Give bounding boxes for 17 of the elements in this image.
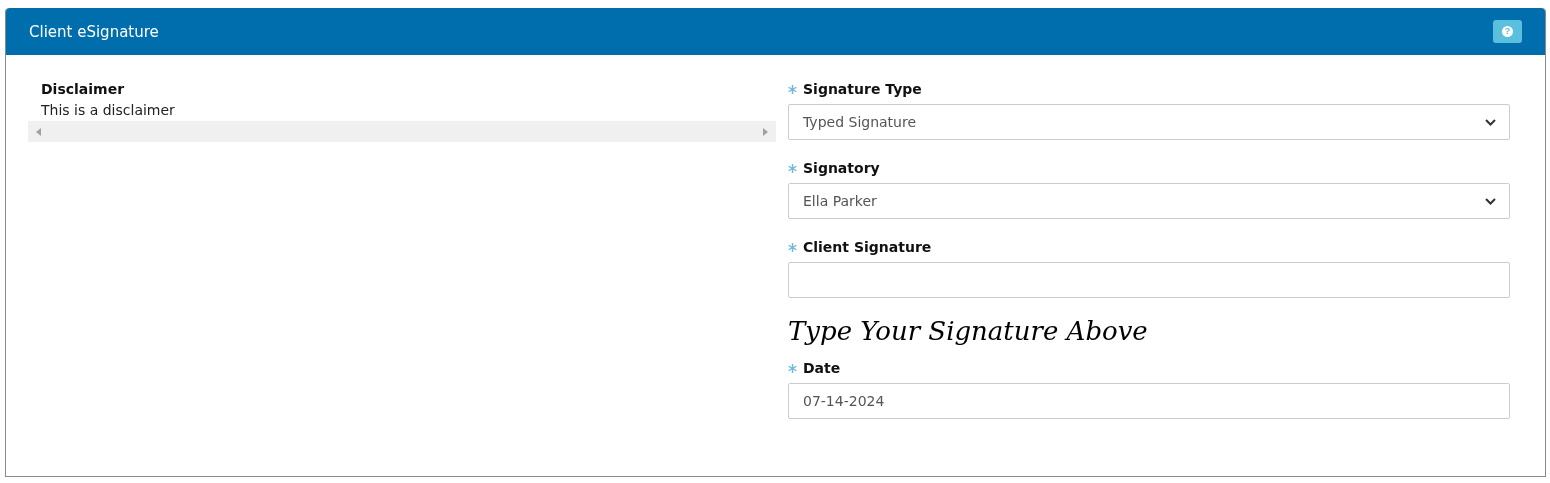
chevron-down-icon[interactable]: [1485, 197, 1496, 205]
scroll-left-icon[interactable]: [36, 127, 42, 136]
select-field[interactable]: Typed Signature: [788, 104, 1510, 140]
signature-hint: Type Your Signature Above: [788, 316, 1149, 346]
field-label: Date: [803, 360, 841, 376]
field-label: Signatory: [803, 160, 880, 176]
panel-title: Client eSignature: [29, 22, 159, 41]
select-field[interactable]: Ella Parker: [788, 183, 1510, 219]
input-field[interactable]: [788, 262, 1510, 298]
input-field[interactable]: 07-14-2024: [788, 383, 1510, 419]
field-label: Client Signature: [803, 239, 932, 255]
field-label: Signature Type: [803, 81, 922, 97]
disclaimer-title: Disclaimer: [40, 80, 126, 99]
disclaimer-text: This is a disclaimer: [40, 101, 176, 120]
horizontal-scrollbar[interactable]: [28, 121, 776, 142]
scroll-right-icon[interactable]: [762, 127, 768, 136]
chevron-down-icon[interactable]: [1485, 118, 1496, 126]
